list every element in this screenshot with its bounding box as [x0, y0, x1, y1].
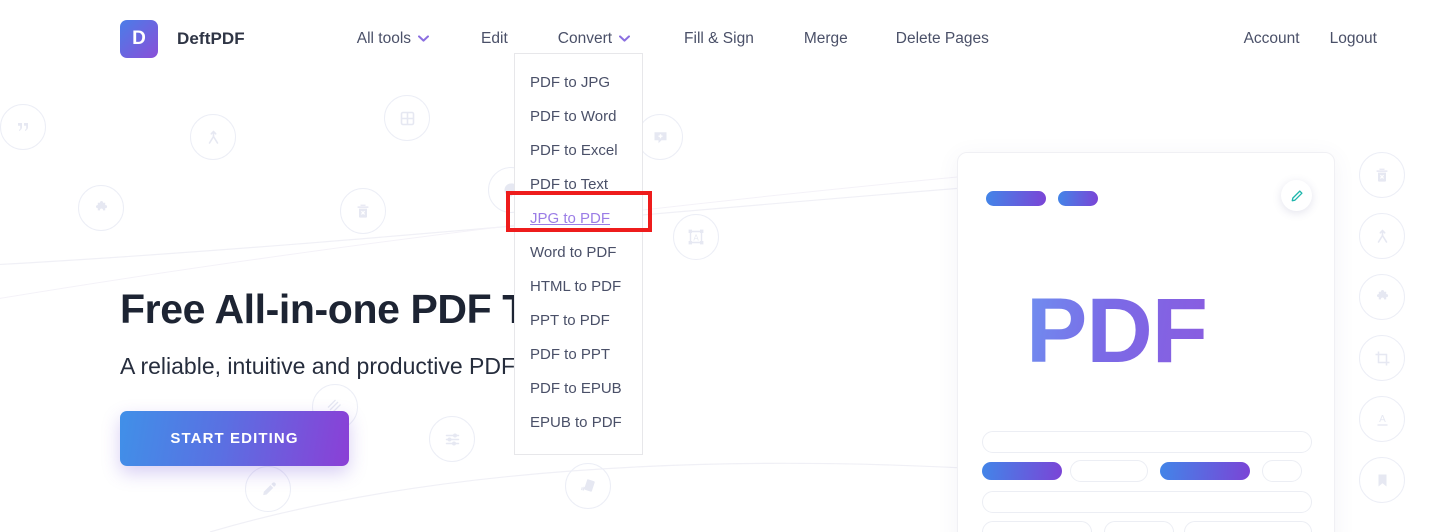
card-chip-5: [982, 521, 1092, 532]
deco-right-text-underline-icon: A: [1359, 396, 1405, 442]
deftpdf-logo-icon: D: [120, 19, 158, 58]
deco-puzzle-icon: [78, 185, 124, 231]
deco-right-crop-icon: [1359, 335, 1405, 381]
dropdown-item-pdf-to-text[interactable]: PDF to Text: [515, 168, 642, 202]
pdf-preview-card: PDF: [957, 152, 1335, 532]
chevron-down-icon: [619, 35, 631, 42]
deco-merge-icon: [190, 114, 236, 160]
start-editing-button[interactable]: START EDITING: [120, 411, 349, 467]
deco-grid-icon: [384, 95, 430, 141]
pdf-wordmark: PDF: [1026, 280, 1208, 382]
card-chip-2: [1070, 460, 1148, 482]
card-line-1: [982, 431, 1312, 453]
deco-right-trash-icon: [1359, 152, 1405, 198]
nav-item-edit-label: Edit: [481, 29, 508, 47]
deco-right-merge-icon: [1359, 213, 1405, 259]
dropdown-item-epub-to-pdf[interactable]: EPUB to PDF: [515, 406, 642, 440]
site-header: D DeftPDF All tools Edit Convert Fill & …: [0, 0, 1451, 77]
nav-item-all-tools[interactable]: All tools: [343, 22, 443, 56]
deco-right-puzzle-icon: [1359, 274, 1405, 320]
svg-text:A: A: [693, 233, 699, 242]
brand[interactable]: D DeftPDF: [120, 19, 245, 58]
main-navigation: All tools Edit Convert Fill & Sign Merge…: [343, 22, 1003, 56]
deco-comment-add-icon: [637, 114, 683, 160]
card-line-2: [982, 491, 1312, 513]
dropdown-item-pdf-to-epub[interactable]: PDF to EPUB: [515, 372, 642, 406]
card-pill-2: [1058, 191, 1098, 206]
svg-text:A: A: [1379, 414, 1386, 425]
deco-text-box-icon: A: [673, 214, 719, 260]
deco-eyedropper-icon: [245, 466, 291, 512]
dropdown-item-pdf-to-word[interactable]: PDF to Word: [515, 100, 642, 134]
card-chip-6: [1104, 521, 1174, 532]
nav-item-edit[interactable]: Edit: [467, 22, 522, 56]
dropdown-item-pdf-to-jpg[interactable]: PDF to JPG: [515, 66, 642, 100]
nav-item-account[interactable]: Account: [1242, 22, 1302, 56]
pencil-icon: [1291, 189, 1303, 201]
nav-item-all-tools-label: All tools: [356, 29, 412, 47]
nav-item-account-label: Account: [1243, 29, 1300, 47]
nav-item-merge[interactable]: Merge: [790, 22, 862, 56]
account-navigation: Account Logout: [1242, 22, 1379, 56]
deco-right-bookmark-icon: [1359, 457, 1405, 503]
nav-item-logout-label: Logout: [1329, 29, 1377, 47]
nav-item-logout[interactable]: Logout: [1328, 22, 1379, 56]
deco-trash-icon: [340, 188, 386, 234]
dropdown-item-pdf-to-ppt[interactable]: PDF to PPT: [515, 338, 642, 372]
nav-item-fill-and-sign-label: Fill & Sign: [684, 29, 754, 47]
card-chip-3: [1160, 462, 1250, 480]
dropdown-item-pdf-to-excel[interactable]: PDF to Excel: [515, 134, 642, 168]
dropdown-item-jpg-to-pdf[interactable]: JPG to PDF: [515, 202, 642, 236]
nav-item-delete-pages-label: Delete Pages: [895, 29, 989, 47]
chevron-down-icon: [418, 35, 430, 42]
deco-stack-icon: [565, 463, 611, 509]
dropdown-item-ppt-to-pdf[interactable]: PPT to PDF: [515, 304, 642, 338]
deco-quote-icon: [0, 104, 46, 150]
card-pill-1: [986, 191, 1046, 206]
dropdown-item-word-to-pdf[interactable]: Word to PDF: [515, 236, 642, 270]
nav-item-convert[interactable]: Convert: [544, 22, 644, 56]
card-chip-1: [982, 462, 1062, 480]
nav-item-convert-label: Convert: [557, 29, 613, 47]
dropdown-item-html-to-pdf[interactable]: HTML to PDF: [515, 270, 642, 304]
page-root: A A D DeftPDF All tools Edit Convert Fil…: [0, 0, 1451, 532]
nav-item-fill-and-sign[interactable]: Fill & Sign: [670, 22, 768, 56]
card-chip-7: [1184, 521, 1312, 532]
brand-name: DeftPDF: [177, 28, 245, 48]
card-chip-4: [1262, 460, 1302, 482]
nav-item-merge-label: Merge: [803, 29, 848, 47]
convert-dropdown-menu: PDF to JPG PDF to Word PDF to Excel PDF …: [514, 53, 643, 455]
nav-item-delete-pages[interactable]: Delete Pages: [882, 22, 1003, 56]
edit-button[interactable]: [1281, 180, 1312, 211]
